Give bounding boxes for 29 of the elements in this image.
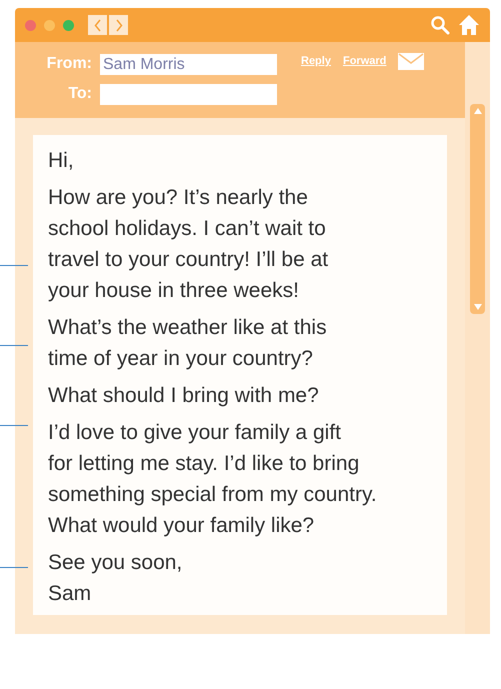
minimize-button[interactable] <box>44 20 55 30</box>
header-link[interactable]: Reply <box>301 53 331 70</box>
message-paragraph: What’s the weather like at this time of year in your country? <box>48 315 328 372</box>
message-paragraph: See you soon, Sam <box>48 550 184 607</box>
leader-line <box>0 567 28 568</box>
back-button[interactable] <box>88 15 107 35</box>
header-link[interactable]: Forward <box>342 53 386 70</box>
zoom-button[interactable] <box>63 20 74 30</box>
forward-button[interactable] <box>109 15 128 35</box>
envelope-icon[interactable] <box>398 53 424 70</box>
home-icon[interactable] <box>458 14 480 36</box>
from-label: From: <box>46 54 92 74</box>
scrollbar[interactable] <box>470 104 485 314</box>
message-paragraph: How are you? It’s nearly the school holidays. I can’t wait to travel to your country! I’ll be at your house in three weeks! <box>48 185 330 304</box>
leader-line <box>0 345 28 346</box>
search-icon[interactable] <box>430 15 450 35</box>
message-paragraph: What should I bring with me? <box>48 383 320 409</box>
close-button[interactable] <box>25 20 36 30</box>
message-paragraph: Hi, <box>48 148 75 174</box>
to-label: To: <box>67 84 92 104</box>
leader-line <box>0 425 28 426</box>
leader-line <box>0 265 28 266</box>
to-field[interactable] <box>100 84 277 104</box>
chevron-left-icon <box>94 18 102 32</box>
down-arrow-icon[interactable] <box>474 304 482 310</box>
message-paragraph: I’d love to give your family a gift for letting me stay. I’d like to bring something special from my country. What would your family like? <box>48 420 378 539</box>
chevron-right-icon <box>114 18 122 32</box>
up-arrow-icon[interactable] <box>474 108 482 114</box>
from-field[interactable]: Sam Morris <box>100 54 277 74</box>
